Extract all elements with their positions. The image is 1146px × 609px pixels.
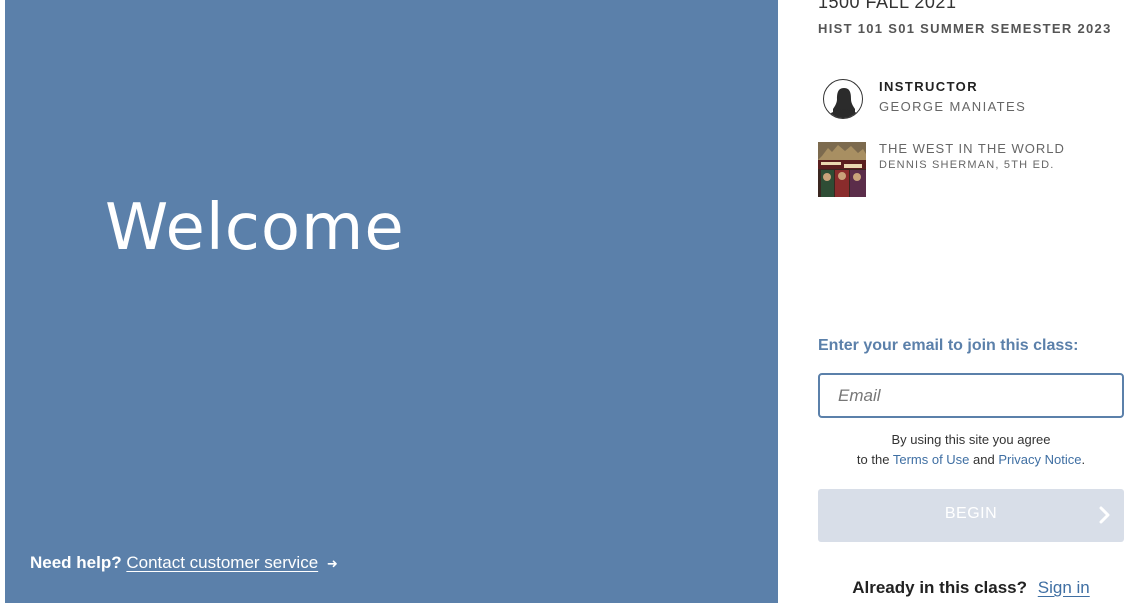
welcome-heading: Welcome xyxy=(105,191,405,265)
begin-label: BEGIN xyxy=(944,505,998,522)
privacy-notice-link[interactable]: Privacy Notice xyxy=(998,452,1081,467)
arrow-right-icon: ➜ xyxy=(326,556,338,571)
terms-and: and xyxy=(973,452,995,467)
person-silhouette-icon xyxy=(823,79,863,119)
course-name: 1500 FALL 2021 xyxy=(818,0,957,12)
begin-button[interactable]: BEGIN xyxy=(818,489,1124,542)
instructor-label: INSTRUCTOR xyxy=(879,79,978,94)
contact-customer-service-link[interactable]: Contact customer service xyxy=(126,553,318,572)
terms-period: . xyxy=(1081,452,1086,467)
help-footer: Need help? Contact customer service ➜ xyxy=(30,553,338,573)
course-section: HIST 101 S01 SUMMER SEMESTER 2023 xyxy=(818,21,1112,36)
instructor-name: GEORGE MANIATES xyxy=(879,99,1027,114)
book-cover-image xyxy=(818,142,866,197)
welcome-panel: Welcome Need help? Contact customer serv… xyxy=(5,0,778,603)
terms-notice: By using this site you agree to the Term… xyxy=(818,430,1124,470)
terms-to-the: to the xyxy=(856,452,890,467)
help-prompt: Need help? xyxy=(30,553,122,572)
signin-prompt-line: Already in this class? Sign in xyxy=(818,578,1124,598)
sign-in-link[interactable]: Sign in xyxy=(1038,578,1090,597)
join-class-label: Enter your email to join this class: xyxy=(818,337,1079,354)
email-input[interactable] xyxy=(818,373,1124,418)
book-author: DENNIS SHERMAN, 5TH ED. xyxy=(879,159,1055,171)
already-in-class-text: Already in this class? xyxy=(852,578,1028,597)
terms-prefix: By using this site you agree xyxy=(891,432,1051,447)
chevron-right-icon xyxy=(1099,506,1110,524)
terms-of-use-link[interactable]: Terms of Use xyxy=(893,452,970,467)
book-title: THE WEST IN THE WORLD xyxy=(879,141,1065,156)
